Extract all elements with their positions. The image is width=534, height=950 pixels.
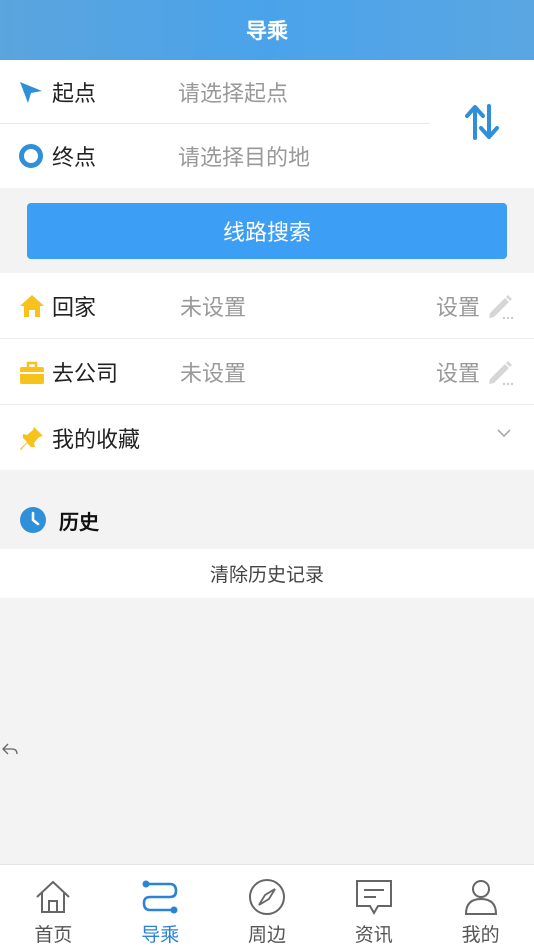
saved-places: 回家 未设置 设置 去公司 未设置 设置 我的收藏 xyxy=(0,273,534,470)
history-title: 历史 xyxy=(59,509,99,534)
home-value: 未设置 xyxy=(180,295,247,321)
swap-icon xyxy=(465,104,499,140)
route-icon xyxy=(139,877,181,917)
tab-label: 资讯 xyxy=(354,924,393,946)
end-point-row[interactable]: 终点 请选择目的地 xyxy=(0,124,430,188)
tab-news[interactable]: 资讯 xyxy=(320,865,427,950)
home-icon xyxy=(18,292,46,320)
clear-history-button[interactable]: 清除历史记录 xyxy=(0,549,534,598)
tab-label: 周边 xyxy=(247,924,286,946)
destination-ring-icon xyxy=(18,143,44,169)
end-input[interactable]: 请选择目的地 xyxy=(178,140,310,172)
location-arrow-icon xyxy=(18,79,44,105)
back-arrow-icon[interactable] xyxy=(2,742,18,756)
briefcase-icon xyxy=(18,358,46,386)
tab-mine[interactable]: 我的 xyxy=(427,865,534,950)
tab-label: 首页 xyxy=(34,924,73,946)
favorites-label: 我的收藏 xyxy=(52,428,141,453)
edit-pencil-icon[interactable] xyxy=(486,357,516,387)
swap-route-button[interactable] xyxy=(462,100,502,144)
home-set-button[interactable]: 设置 xyxy=(436,290,480,322)
tab-route[interactable]: 导乘 xyxy=(107,865,214,950)
work-label: 去公司 xyxy=(52,361,119,387)
edit-pencil-icon[interactable] xyxy=(486,291,516,321)
start-label: 起点 xyxy=(52,81,97,107)
person-icon xyxy=(460,877,502,917)
tab-label: 导乘 xyxy=(141,924,180,946)
home-icon xyxy=(32,877,74,917)
work-set-button[interactable]: 设置 xyxy=(436,356,480,388)
start-input[interactable]: 请选择起点 xyxy=(178,76,288,108)
route-search-button[interactable]: 线路搜索 xyxy=(27,203,507,259)
pin-icon xyxy=(18,424,46,452)
history-header: 历史 xyxy=(0,500,534,540)
bottom-tab-bar: 首页 导乘 周边 资讯 我的 xyxy=(0,864,534,950)
tab-home[interactable]: 首页 xyxy=(0,865,107,950)
route-card: 起点 请选择起点 终点 请选择目的地 xyxy=(0,60,534,188)
message-icon xyxy=(353,877,395,917)
work-value: 未设置 xyxy=(180,361,247,387)
home-label: 回家 xyxy=(52,295,97,321)
page-title: 导乘 xyxy=(246,19,288,43)
home-row[interactable]: 回家 未设置 设置 xyxy=(0,273,534,339)
tab-nearby[interactable]: 周边 xyxy=(214,865,321,950)
favorites-row[interactable]: 我的收藏 xyxy=(0,405,534,471)
work-row[interactable]: 去公司 未设置 设置 xyxy=(0,339,534,405)
end-label: 终点 xyxy=(52,146,97,171)
clock-icon xyxy=(20,507,46,533)
top-bar: 导乘 xyxy=(0,0,534,60)
compass-icon xyxy=(246,877,288,917)
chevron-down-icon[interactable] xyxy=(496,427,512,439)
tab-label: 我的 xyxy=(461,924,500,946)
start-point-row[interactable]: 起点 请选择起点 xyxy=(0,60,430,124)
